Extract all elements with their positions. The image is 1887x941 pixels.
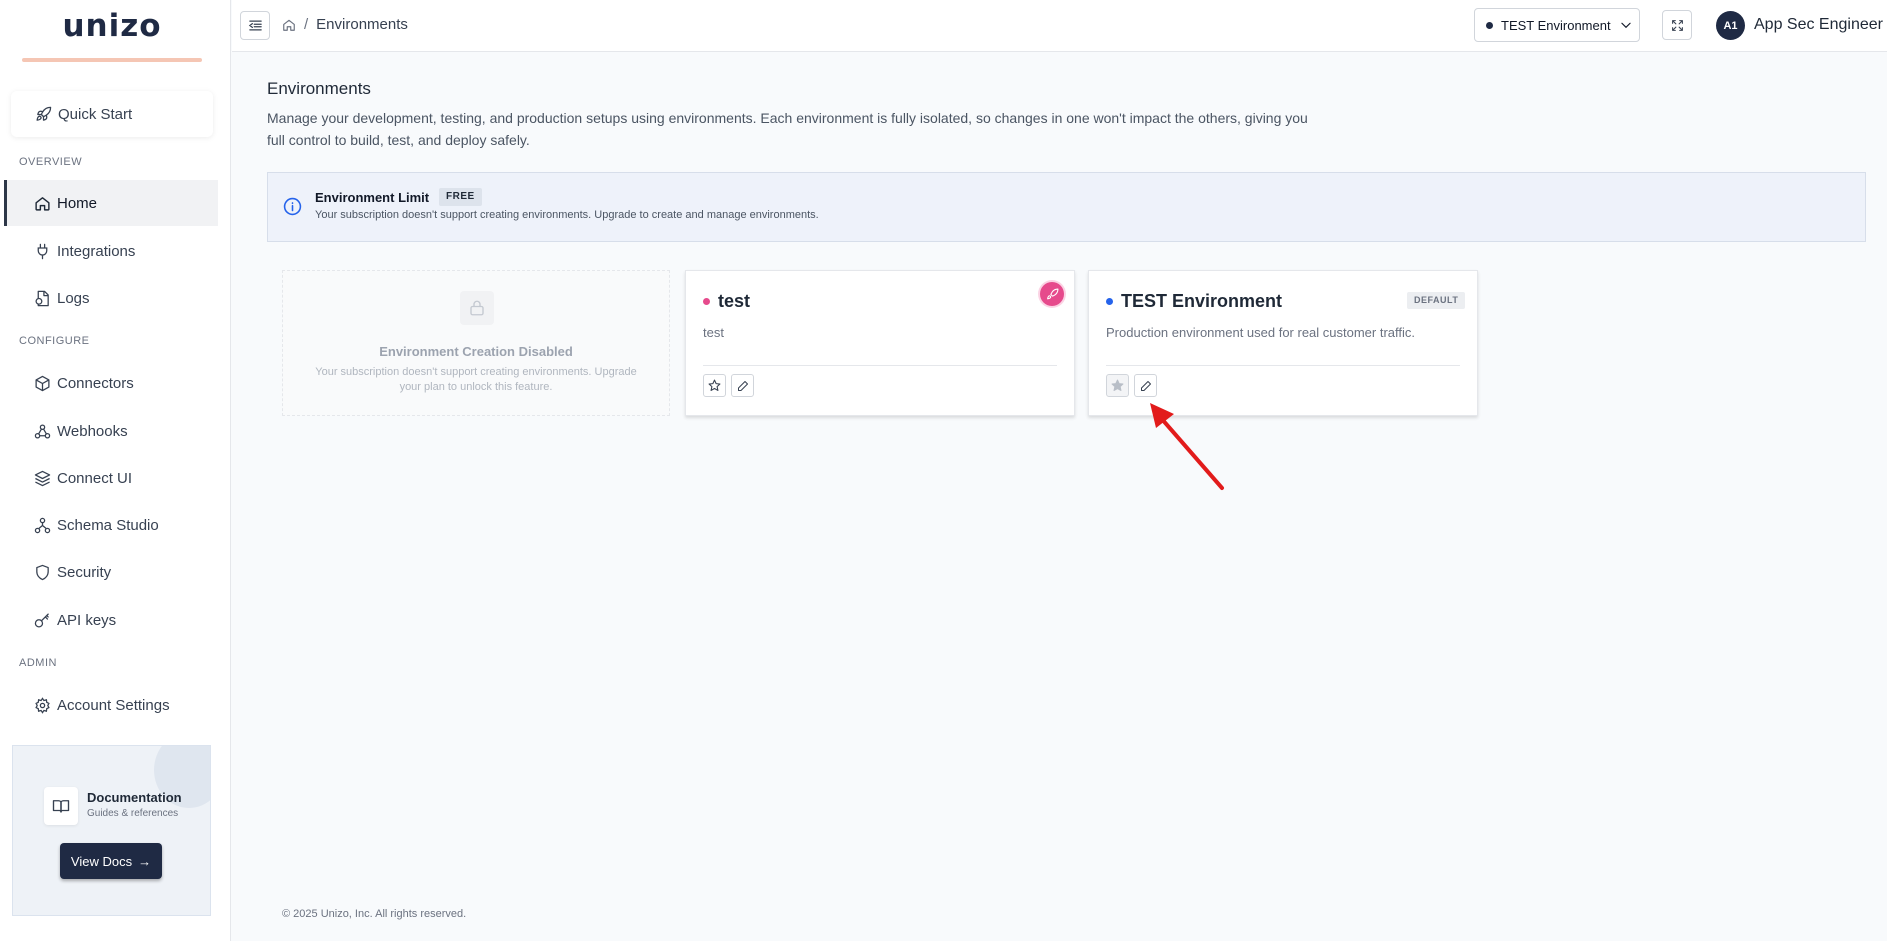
sidebar-item-logs[interactable]: Logs: [4, 275, 218, 321]
environment-name-text: test: [718, 291, 751, 311]
environment-color-dot: [1106, 298, 1113, 305]
brand-logo[interactable]: unizo: [22, 8, 202, 62]
sidebar: unizo Quick Start OVERVIEW Home Integrat…: [0, 0, 231, 941]
set-default-button[interactable]: [1106, 374, 1129, 397]
footer-copyright: © 2025 Unizo, Inc. All rights reserved.: [282, 908, 467, 920]
environment-selector[interactable]: TEST Environment: [1474, 8, 1640, 42]
view-docs-button[interactable]: View Docs →: [60, 843, 162, 879]
environment-card[interactable]: TEST Environment DEFAULT Production envi…: [1088, 270, 1478, 416]
active-environment-badge: [1040, 282, 1064, 306]
sidebar-item-integrations[interactable]: Integrations: [4, 228, 218, 274]
quick-start-button[interactable]: Quick Start: [11, 91, 213, 137]
sidebar-item-connect-ui[interactable]: Connect UI: [4, 455, 218, 501]
environment-description: Production environment used for real cus…: [1106, 325, 1416, 340]
breadcrumb: / Environments: [282, 16, 408, 33]
user-name[interactable]: App Sec Engineer: [1754, 16, 1883, 34]
pencil-icon: [737, 380, 748, 391]
section-label-configure: CONFIGURE: [19, 335, 90, 347]
plan-badge: FREE: [439, 188, 482, 206]
sidebar-item-home[interactable]: Home: [4, 180, 218, 226]
arrow-right-icon: →: [138, 853, 152, 869]
sidebar-item-security[interactable]: Security: [4, 549, 218, 595]
logs-icon: [35, 290, 49, 306]
sidebar-item-label: Schema Studio: [57, 516, 159, 534]
sidebar-item-account-settings[interactable]: Account Settings: [4, 682, 218, 728]
sidebar-item-label: Webhooks: [57, 422, 128, 440]
alert-title: Environment Limit: [315, 190, 430, 205]
sidebar-item-label: Logs: [57, 289, 90, 307]
home-icon[interactable]: [282, 18, 296, 32]
annotation-arrow: [1150, 403, 1224, 490]
card-divider: [703, 365, 1057, 366]
avatar[interactable]: A1: [1716, 11, 1745, 40]
shield-icon: [36, 564, 49, 580]
environment-card[interactable]: test test: [685, 270, 1075, 416]
box-icon: [35, 375, 50, 391]
page-title: Environments: [267, 79, 371, 98]
star-icon: [708, 379, 721, 391]
page-description: Manage your development, testing, and pr…: [267, 110, 1308, 148]
edit-environment-button[interactable]: [1134, 374, 1157, 397]
sidebar-item-label: Account Settings: [57, 696, 170, 714]
default-badge: DEFAULT: [1407, 292, 1466, 309]
environment-description: test: [703, 325, 724, 340]
environment-color-dot: [703, 298, 710, 305]
fullscreen-icon: [1671, 19, 1683, 31]
home-icon: [35, 196, 50, 211]
sidebar-toggle-button[interactable]: [240, 11, 270, 40]
logo-underline: [22, 58, 202, 62]
schema-icon: [34, 517, 51, 533]
create-environment-card: Environment Creation Disabled Your subsc…: [282, 270, 670, 416]
documentation-card: Documentation Guides & references View D…: [12, 745, 211, 916]
chevron-down-icon: [1620, 22, 1631, 29]
top-bar: / Environments TEST Environment A1 App S…: [232, 0, 1887, 52]
section-label-admin: ADMIN: [19, 657, 57, 669]
environment-name: test: [703, 291, 750, 312]
sidebar-item-label: Connectors: [57, 374, 134, 392]
sidebar-item-label: Connect UI: [57, 469, 133, 487]
breadcrumb-current: Environments: [316, 16, 408, 33]
quick-start-label: Quick Start: [58, 105, 133, 123]
card-divider: [1106, 365, 1460, 366]
sidebar-item-api-keys[interactable]: API keys: [4, 597, 218, 643]
fullscreen-button[interactable]: [1662, 10, 1692, 40]
sidebar-item-label: Security: [57, 563, 112, 581]
key-icon: [34, 612, 49, 628]
sidebar-item-connectors[interactable]: Connectors: [4, 360, 218, 406]
env-status-dot: [1486, 21, 1493, 29]
star-icon: [1111, 379, 1124, 391]
sidebar-item-label: API keys: [57, 611, 117, 629]
rocket-icon: [36, 106, 52, 121]
pencil-icon: [1140, 380, 1151, 391]
environment-name: TEST Environment: [1106, 291, 1282, 312]
sidebar-item-schema-studio[interactable]: Schema Studio: [4, 502, 218, 548]
layers-icon: [34, 470, 51, 486]
alert-text: Your subscription doesn't support creati…: [315, 209, 819, 221]
environment-name-text: TEST Environment: [1121, 291, 1283, 311]
view-docs-label: View Docs: [70, 853, 133, 869]
webhook-icon: [34, 423, 51, 439]
logo-text: unizo: [62, 8, 162, 44]
info-icon: [283, 197, 302, 216]
create-disabled-title: Environment Creation Disabled: [379, 344, 573, 359]
sidebar-item-webhooks[interactable]: Webhooks: [4, 408, 218, 454]
rocket-icon: [1046, 288, 1058, 299]
menu-collapse-icon: [248, 20, 262, 31]
breadcrumb-separator: /: [304, 16, 309, 33]
set-default-button[interactable]: [703, 374, 726, 397]
book-icon: [44, 787, 78, 825]
environment-selector-value: TEST Environment: [1501, 17, 1611, 33]
docs-subtitle: Guides & references: [87, 808, 179, 819]
create-disabled-text: Your subscription doesn't support creati…: [315, 366, 637, 393]
sidebar-item-label: Home: [57, 194, 98, 212]
environment-limit-alert: Environment Limit FREE Your subscription…: [267, 172, 1866, 242]
plug-icon: [37, 243, 48, 259]
section-label-overview: OVERVIEW: [19, 156, 83, 168]
lock-icon: [460, 291, 494, 325]
edit-environment-button[interactable]: [731, 374, 754, 397]
docs-title: Documentation: [87, 790, 182, 805]
gear-icon: [35, 696, 50, 714]
sidebar-item-label: Integrations: [57, 242, 136, 260]
